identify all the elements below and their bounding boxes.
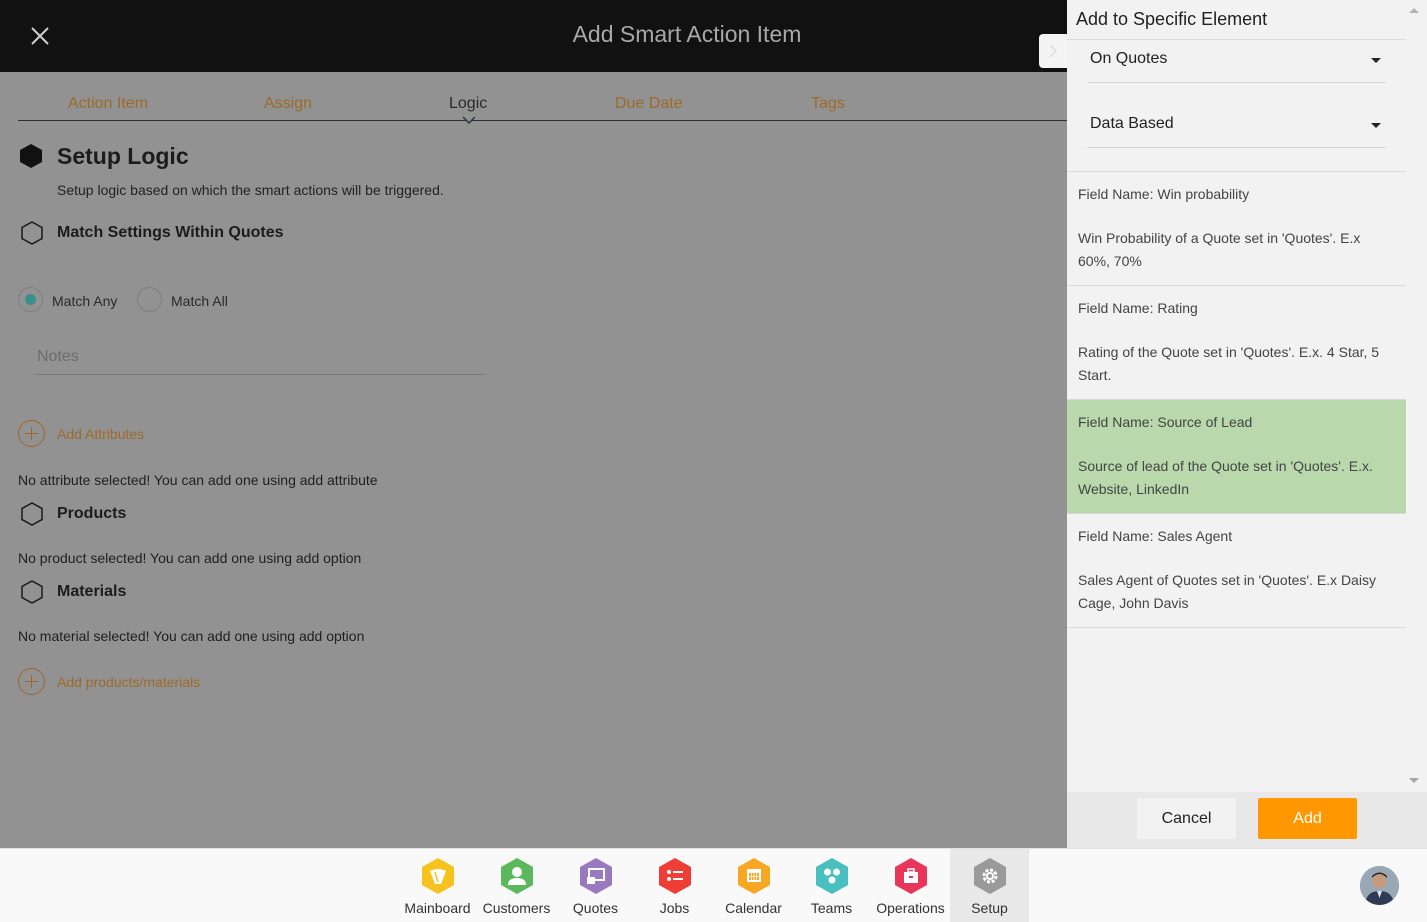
calendar-icon [737, 858, 770, 894]
nav-customers[interactable]: Customers [477, 849, 556, 922]
gear-icon [973, 858, 1006, 894]
hexagon-filled-icon [20, 144, 42, 168]
add-element-panel: Add to Specific Element On Quotes Data B… [1067, 0, 1427, 848]
tab-logic[interactable]: Logic [449, 95, 487, 113]
nav-label: Setup [971, 900, 1008, 916]
caret-down-icon [1371, 123, 1381, 128]
tab-bar: Action Item Assign Logic Due Date Tags [18, 72, 1067, 125]
collapse-panel-button[interactable] [1039, 34, 1069, 68]
field-item[interactable]: Field Name: Win probability Win Probabil… [1067, 172, 1406, 286]
tab-tags[interactable]: Tags [811, 95, 845, 113]
field-list: Field Name: Win probability Win Probabil… [1067, 171, 1406, 628]
active-tab-caret-icon [463, 116, 475, 125]
match-any-radio[interactable] [18, 287, 43, 312]
teams-icon [815, 858, 848, 894]
hexagon-outline-icon [21, 221, 43, 245]
element-select-value: On Quotes [1090, 50, 1168, 67]
tab-action-item[interactable]: Action Item [68, 95, 148, 113]
bottom-nav: Mainboard Customers Quotes Jobs Calendar… [0, 848, 1427, 922]
nav-quotes[interactable]: Quotes [556, 849, 635, 922]
field-item[interactable]: Field Name: Rating Rating of the Quote s… [1067, 286, 1406, 400]
avatar-photo-icon [1360, 866, 1399, 905]
panel-title: Add to Specific Element [1076, 9, 1268, 29]
no-product-text: No product selected! You can add one usi… [18, 550, 362, 566]
nav-label: Jobs [659, 900, 690, 916]
nav-label: Operations [876, 900, 945, 916]
products-title: Products [57, 505, 127, 522]
hexagon-outline-icon [21, 502, 43, 526]
user-avatar[interactable] [1360, 866, 1399, 905]
no-attribute-text: No attribute selected! You can add one u… [18, 472, 378, 488]
quotes-icon [579, 858, 612, 894]
operations-icon [894, 858, 927, 894]
field-item[interactable]: Field Name: Sales Agent Sales Agent of Q… [1067, 514, 1406, 628]
match-all-label: Match All [171, 293, 228, 309]
nav-label: Quotes [572, 900, 619, 916]
nav-label: Teams [810, 900, 853, 916]
hexagon-outline-icon [21, 580, 43, 604]
field-name: Field Name: Rating [1078, 300, 1198, 316]
materials-title: Materials [57, 583, 127, 600]
element-select[interactable]: On Quotes [1087, 40, 1386, 83]
caret-down-icon [1371, 58, 1381, 63]
setup-logic-subtitle: Setup logic based on which the smart act… [57, 182, 444, 198]
match-all-radio[interactable] [137, 287, 162, 312]
chevron-right-icon [1049, 44, 1058, 58]
mainboard-icon [421, 858, 454, 894]
jobs-icon [658, 858, 691, 894]
match-any-label: Match Any [52, 293, 118, 309]
scroll-down-icon[interactable] [1409, 778, 1419, 783]
panel-footer: Cancel Add [1067, 792, 1427, 848]
nav-label: Mainboard [404, 900, 471, 916]
field-item-selected[interactable]: Field Name: Source of Lead Source of lea… [1067, 400, 1406, 514]
scroll-up-icon[interactable] [1409, 8, 1419, 13]
main-content: Action Item Assign Logic Due Date Tags S… [0, 72, 1067, 848]
type-select[interactable]: Data Based [1087, 105, 1386, 148]
add-attributes-label: Add Attributes [57, 425, 145, 442]
customer-icon [500, 858, 533, 894]
nav-setup[interactable]: Setup [950, 849, 1029, 922]
plus-circle-icon [18, 668, 45, 695]
field-name: Field Name: Source of Lead [1078, 414, 1253, 430]
tab-assign[interactable]: Assign [264, 95, 312, 113]
field-description: Source of lead of the Quote set in 'Quot… [1078, 458, 1373, 497]
add-button[interactable]: Add [1258, 798, 1357, 839]
nav-label: Customers [482, 900, 551, 916]
field-description: Rating of the Quote set in 'Quotes'. E.x… [1078, 344, 1380, 383]
field-name: Field Name: Win probability [1078, 186, 1250, 202]
add-products-materials-button[interactable]: Add products/materials [18, 668, 200, 695]
match-settings-title: Match Settings Within Quotes [57, 224, 284, 241]
cancel-button[interactable]: Cancel [1137, 798, 1236, 839]
nav-teams[interactable]: Teams [792, 849, 871, 922]
field-name: Field Name: Sales Agent [1078, 528, 1233, 544]
nav-mainboard[interactable]: Mainboard [398, 849, 477, 922]
field-description: Sales Agent of Quotes set in 'Quotes'. E… [1078, 572, 1376, 611]
nav-operations[interactable]: Operations [871, 849, 950, 922]
type-select-value: Data Based [1090, 115, 1174, 132]
setup-logic-title: Setup Logic [57, 143, 189, 169]
add-attributes-button[interactable]: Add Attributes [18, 420, 144, 447]
plus-circle-icon [18, 420, 45, 447]
add-products-materials-label: Add products/materials [57, 673, 201, 690]
field-description: Win Probability of a Quote set in 'Quote… [1078, 230, 1361, 269]
nav-jobs[interactable]: Jobs [635, 849, 714, 922]
nav-label: Calendar [725, 900, 782, 916]
no-material-text: No material selected! You can add one us… [18, 628, 365, 644]
nav-calendar[interactable]: Calendar [714, 849, 793, 922]
tab-due-date[interactable]: Due Date [615, 95, 683, 113]
notes-input[interactable] [35, 340, 485, 375]
